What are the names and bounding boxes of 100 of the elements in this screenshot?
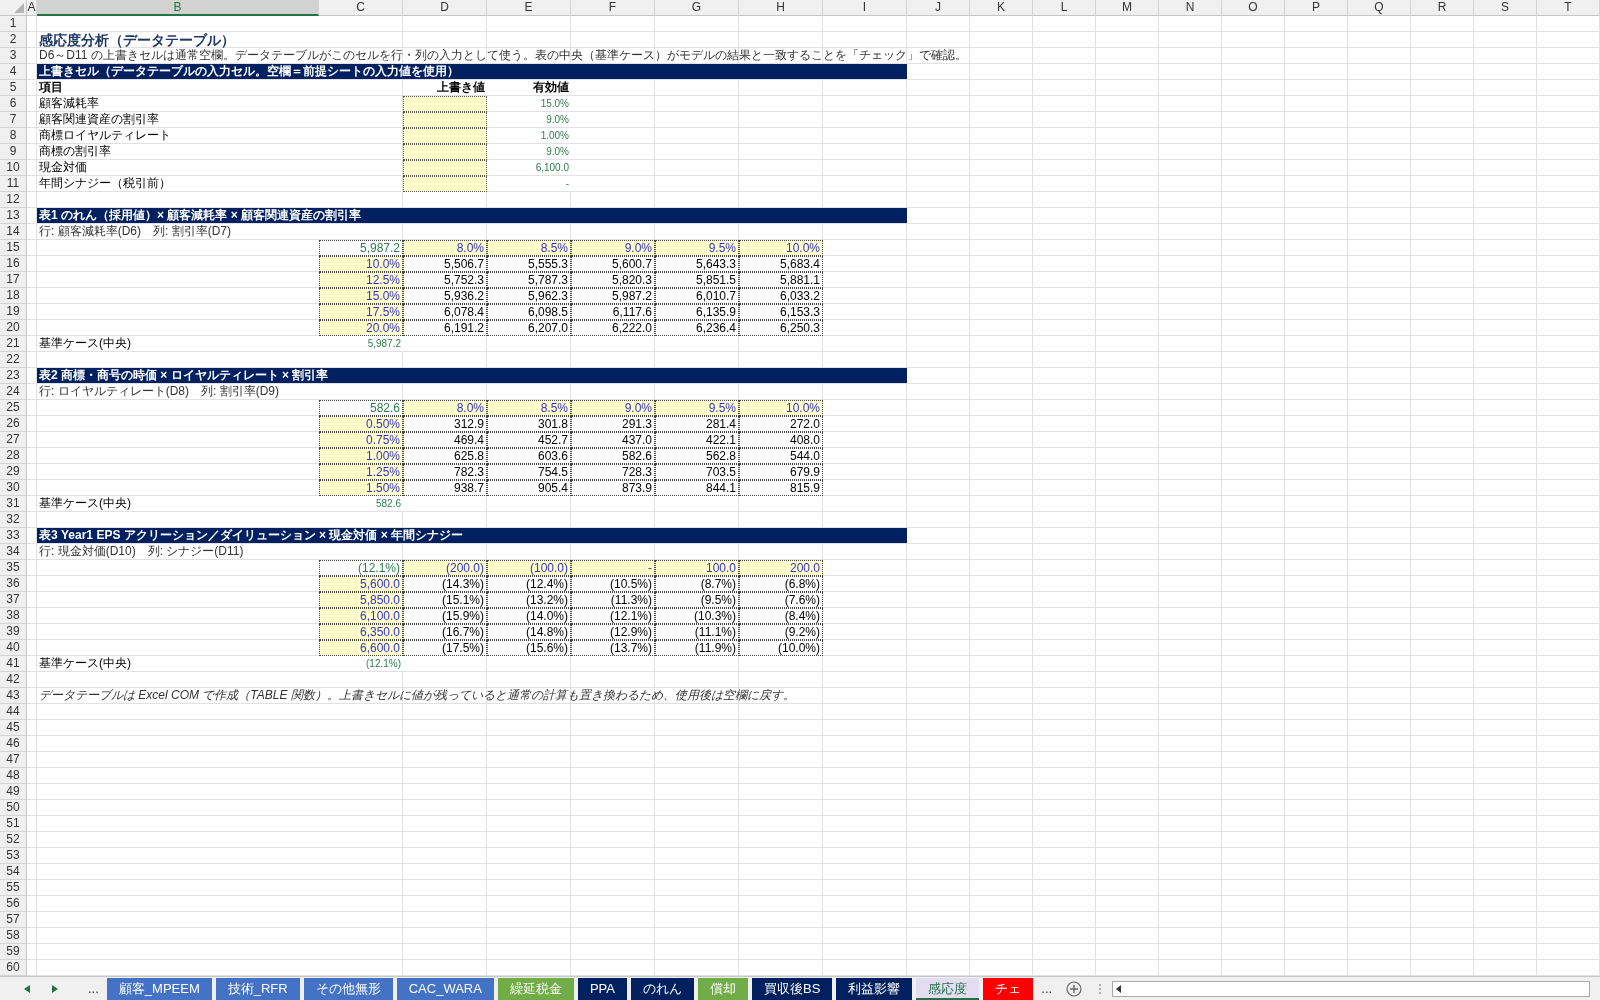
row-header[interactable]: 50 — [0, 800, 27, 816]
sheet-tab[interactable]: 利益影響 — [836, 977, 913, 1000]
row-header[interactable]: 17 — [0, 272, 27, 288]
row-header[interactable]: 8 — [0, 128, 27, 144]
row-header[interactable]: 54 — [0, 864, 27, 880]
row-header[interactable]: 44 — [0, 704, 27, 720]
input-cell[interactable] — [403, 144, 487, 160]
row-header[interactable]: 34 — [0, 544, 27, 560]
row-header[interactable]: 26 — [0, 416, 27, 432]
row-header[interactable]: 21 — [0, 336, 27, 352]
horizontal-scrollbar[interactable] — [1112, 980, 1590, 997]
row-header[interactable]: 23 — [0, 368, 27, 384]
input-cell[interactable] — [403, 176, 487, 192]
row-header[interactable]: 20 — [0, 320, 27, 336]
column-header[interactable]: P — [1285, 0, 1348, 16]
row-header[interactable]: 10 — [0, 160, 27, 176]
row-header[interactable]: 5 — [0, 80, 27, 96]
sheet-tab[interactable]: CAC_WARA — [396, 977, 494, 1000]
sheet-tab[interactable]: 感応度 — [916, 977, 980, 1000]
row-header[interactable]: 59 — [0, 944, 27, 960]
row-header[interactable]: 14 — [0, 224, 27, 240]
column-header[interactable]: B — [37, 0, 319, 16]
column-header[interactable]: H — [739, 0, 823, 16]
row-header[interactable]: 51 — [0, 816, 27, 832]
column-header[interactable]: Q — [1348, 0, 1411, 16]
row-header[interactable]: 35 — [0, 560, 27, 576]
row-header[interactable]: 36 — [0, 576, 27, 592]
column-header[interactable]: O — [1222, 0, 1285, 16]
input-cell[interactable] — [403, 160, 487, 176]
column-header[interactable]: S — [1474, 0, 1537, 16]
row-header[interactable]: 31 — [0, 496, 27, 512]
row-header[interactable]: 28 — [0, 448, 27, 464]
sheet-tab[interactable]: 顧客_MPEEM — [106, 977, 212, 1000]
row-header[interactable]: 60 — [0, 960, 27, 976]
row-header[interactable]: 19 — [0, 304, 27, 320]
row-header[interactable]: 46 — [0, 736, 27, 752]
column-header[interactable]: D — [403, 0, 487, 16]
column-header[interactable]: C — [319, 0, 403, 16]
column-header[interactable]: N — [1159, 0, 1222, 16]
row-header[interactable]: 58 — [0, 928, 27, 944]
row-header[interactable]: 6 — [0, 96, 27, 112]
more-tabs[interactable]: ... — [1033, 981, 1061, 996]
more-tabs[interactable]: ... — [80, 981, 107, 996]
column-header[interactable]: M — [1096, 0, 1159, 16]
scroll-right-icon[interactable] — [52, 984, 58, 993]
row-header[interactable]: 38 — [0, 608, 27, 624]
input-cell[interactable] — [403, 128, 487, 144]
column-header[interactable]: J — [907, 0, 970, 16]
row-header[interactable]: 15 — [0, 240, 27, 256]
row-header[interactable]: 25 — [0, 400, 27, 416]
sheet-tab[interactable]: その他無形 — [303, 977, 393, 1000]
column-header[interactable]: R — [1411, 0, 1474, 16]
add-sheet-icon[interactable] — [1066, 980, 1083, 997]
row-header[interactable]: 27 — [0, 432, 27, 448]
row-header[interactable]: 30 — [0, 480, 27, 496]
row-header[interactable]: 12 — [0, 192, 27, 208]
row-header[interactable]: 37 — [0, 592, 27, 608]
row-header[interactable]: 2 — [0, 32, 27, 48]
row-header[interactable]: 41 — [0, 656, 27, 672]
row-header[interactable]: 56 — [0, 896, 27, 912]
row-header[interactable]: 11 — [0, 176, 27, 192]
sheet-tab[interactable]: 技術_RFR — [215, 977, 300, 1000]
row-header[interactable]: 42 — [0, 672, 27, 688]
column-header[interactable]: E — [487, 0, 571, 16]
row-header[interactable]: 32 — [0, 512, 27, 528]
column-header[interactable]: T — [1537, 0, 1600, 16]
row-header[interactable]: 47 — [0, 752, 27, 768]
input-cell[interactable] — [403, 112, 487, 128]
row-header[interactable]: 1 — [0, 16, 27, 32]
row-header[interactable]: 53 — [0, 848, 27, 864]
row-header[interactable]: 45 — [0, 720, 27, 736]
column-header[interactable]: F — [571, 0, 655, 16]
row-header[interactable]: 48 — [0, 768, 27, 784]
column-header[interactable]: K — [970, 0, 1033, 16]
sheet-tab[interactable]: PPA — [577, 977, 627, 1000]
sheet-tab[interactable]: 買収後BS — [751, 977, 833, 1000]
sheet-tab[interactable]: チェ — [983, 977, 1034, 1000]
row-header[interactable]: 13 — [0, 208, 27, 224]
row-header[interactable]: 24 — [0, 384, 27, 400]
row-header[interactable]: 33 — [0, 528, 27, 544]
row-header[interactable]: 43 — [0, 688, 27, 704]
row-header[interactable]: 55 — [0, 880, 27, 896]
row-header[interactable]: 18 — [0, 288, 27, 304]
row-header[interactable]: 49 — [0, 784, 27, 800]
row-header[interactable]: 29 — [0, 464, 27, 480]
row-header[interactable]: 16 — [0, 256, 27, 272]
row-header[interactable]: 3 — [0, 48, 27, 64]
row-header[interactable]: 7 — [0, 112, 27, 128]
input-cell[interactable] — [403, 96, 487, 112]
column-header[interactable]: I — [823, 0, 907, 16]
row-header[interactable]: 57 — [0, 912, 27, 928]
scroll-left-icon[interactable] — [1115, 984, 1124, 993]
row-header[interactable]: 22 — [0, 352, 27, 368]
column-header[interactable]: G — [655, 0, 739, 16]
row-header[interactable]: 9 — [0, 144, 27, 160]
sheet-tab[interactable]: のれん — [630, 977, 694, 1000]
column-header[interactable]: L — [1033, 0, 1096, 16]
row-header[interactable]: 4 — [0, 64, 27, 80]
row-header[interactable]: 39 — [0, 624, 27, 640]
row-header[interactable]: 52 — [0, 832, 27, 848]
